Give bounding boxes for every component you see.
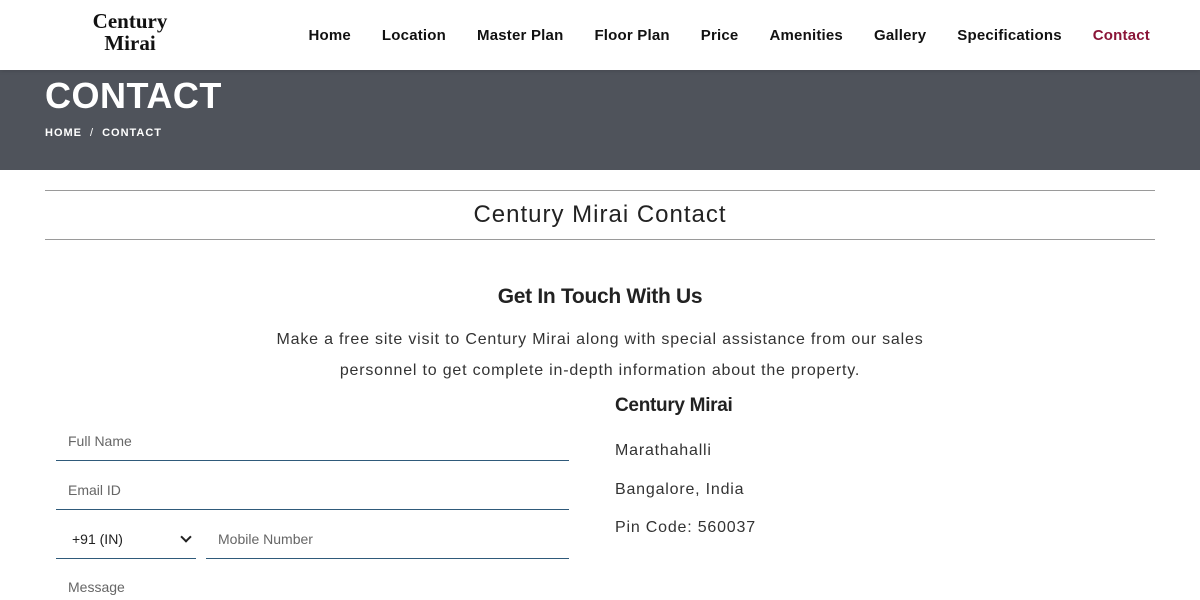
logo-line-1: Century: [92, 9, 168, 33]
page-title: CONTACT: [45, 75, 222, 116]
message-input[interactable]: [56, 569, 569, 600]
breadcrumb-separator: /: [90, 127, 95, 139]
full-name-input[interactable]: [56, 422, 569, 461]
nav-location[interactable]: Location: [382, 27, 446, 44]
logo-line-2: Mirai: [104, 31, 156, 55]
nav-specifications[interactable]: Specifications: [957, 27, 1062, 44]
contact-info-city: Bangalore, India: [615, 481, 745, 498]
nav-home[interactable]: Home: [308, 27, 350, 44]
contact-info-area: Marathahalli: [615, 442, 712, 459]
main-nav: Home Location Master Plan Floor Plan Pri…: [277, 0, 1150, 70]
contact-info-title: Century Mirai: [615, 395, 733, 416]
country-code-select[interactable]: +91 (IN): [56, 520, 196, 559]
nav-floor-plan[interactable]: Floor Plan: [594, 27, 669, 44]
nav-gallery[interactable]: Gallery: [874, 27, 926, 44]
contact-info-pincode: Pin Code: 560037: [615, 519, 756, 536]
section-heading-box: Century Mirai Contact: [45, 190, 1155, 240]
nav-contact[interactable]: Contact: [1093, 27, 1150, 44]
mobile-number-input[interactable]: [206, 520, 569, 559]
get-in-touch-description: Make a free site visit to Century Mirai …: [276, 331, 924, 379]
breadcrumb-home[interactable]: HOME: [45, 127, 82, 139]
section-heading: Century Mirai Contact: [473, 201, 727, 228]
site-header: Century Mirai Home Location Master Plan …: [0, 0, 1200, 70]
chevron-down-icon: [180, 531, 192, 543]
site-logo[interactable]: Century Mirai: [88, 10, 172, 54]
email-input[interactable]: [56, 471, 569, 510]
nav-price[interactable]: Price: [701, 27, 739, 44]
breadcrumb-current: CONTACT: [102, 127, 163, 139]
nav-amenities[interactable]: Amenities: [769, 27, 843, 44]
breadcrumb: HOME / CONTACT: [45, 127, 162, 139]
country-code-value: +91 (IN): [72, 531, 123, 547]
get-in-touch-title: Get In Touch With Us: [497, 285, 703, 308]
nav-master-plan[interactable]: Master Plan: [477, 27, 563, 44]
page-banner: CONTACT HOME / CONTACT: [0, 70, 1200, 170]
